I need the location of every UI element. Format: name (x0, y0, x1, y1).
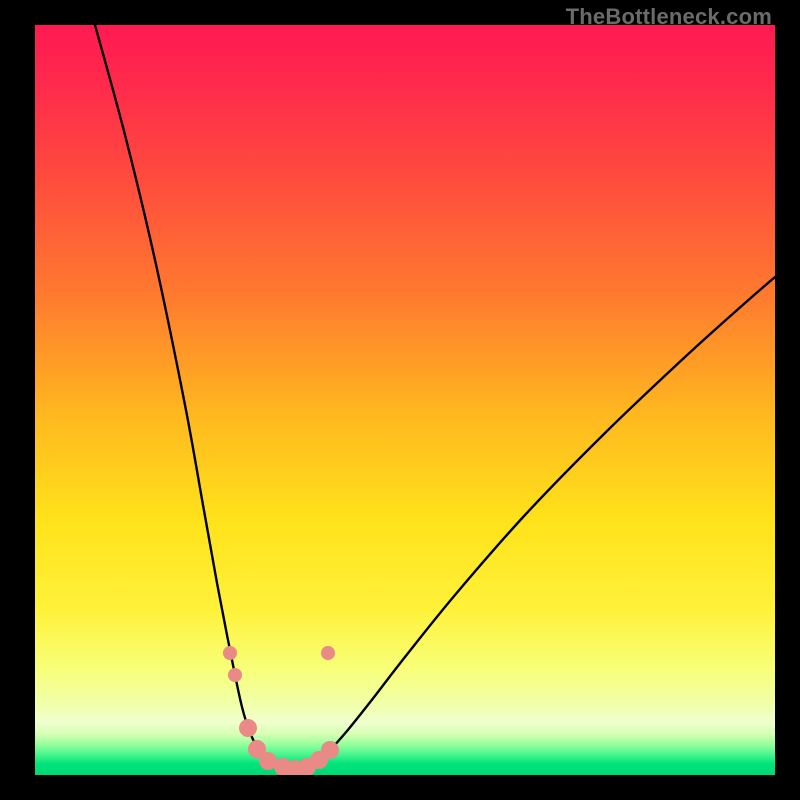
marker-dot (239, 719, 257, 737)
curve-left (95, 25, 293, 773)
marker-dot (228, 668, 242, 682)
watermark-text: TheBottleneck.com (566, 4, 772, 30)
curves-layer (35, 25, 775, 775)
plot-area (35, 25, 775, 775)
marker-dot (321, 646, 335, 660)
curve-right (293, 277, 775, 773)
chart-frame: TheBottleneck.com (0, 0, 800, 800)
marker-dot (223, 646, 237, 660)
markers (223, 646, 339, 775)
marker-dot (321, 741, 339, 759)
